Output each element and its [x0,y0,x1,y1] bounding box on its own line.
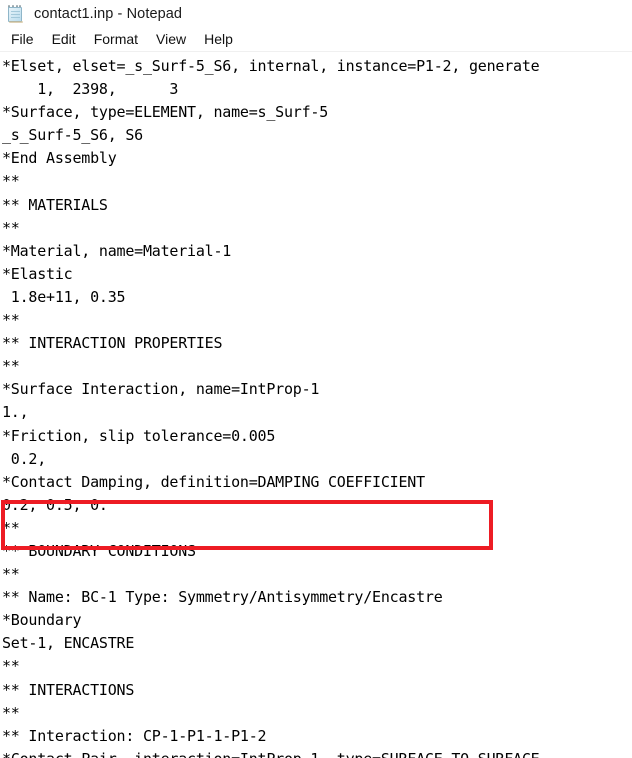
menu-item-file[interactable]: File [6,30,43,49]
notepad-lines [11,10,20,19]
notepad-icon [6,4,25,24]
menu-item-view[interactable]: View [147,30,195,49]
notepad-edge [9,20,23,23]
menu-item-format[interactable]: Format [85,30,147,49]
menu-item-help[interactable]: Help [195,30,242,49]
menu-bar: File Edit Format View Help [0,28,632,51]
window-title: contact1.inp - Notepad [34,6,183,22]
menu-item-edit[interactable]: Edit [43,30,85,49]
title-bar: contact1.inp - Notepad [0,0,632,28]
text-editor-area[interactable]: *Elset, elset=_s_Surf-5_S6, internal, in… [0,52,632,758]
file-text-content[interactable]: *Elset, elset=_s_Surf-5_S6, internal, in… [0,52,632,758]
